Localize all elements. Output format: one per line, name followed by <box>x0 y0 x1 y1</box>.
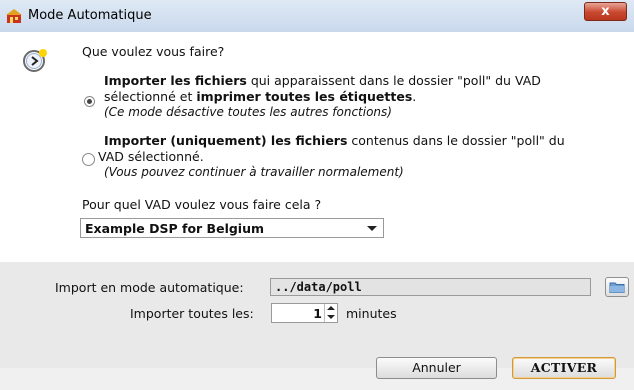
browse-folder-button[interactable] <box>605 277 629 297</box>
app-icon <box>6 9 22 23</box>
vad-question: Pour quel VAD voulez vous faire cela ? <box>82 197 322 212</box>
stepper-buttons <box>324 304 337 322</box>
path-label: Import en mode automatique: <box>55 280 244 295</box>
path-field[interactable]: ../data/poll <box>270 278 591 296</box>
stepper-down-icon[interactable] <box>325 313 337 322</box>
interval-unit: minutes <box>346 306 397 321</box>
stepper-up-icon[interactable] <box>325 304 337 313</box>
option2-line1: Importer (uniquement) les fichiers conte… <box>104 133 565 148</box>
chevron-down-icon <box>367 226 377 231</box>
interval-label: Importer toutes les: <box>130 306 254 321</box>
title-bar: Mode Automatique x <box>0 0 634 33</box>
question-text: Que voulez vous faire? <box>82 44 225 59</box>
close-button[interactable]: x <box>584 2 627 21</box>
radio-import-only[interactable] <box>82 153 95 166</box>
cancel-button[interactable]: Annuler <box>376 357 497 379</box>
option1-note: (Ce mode désactive toutes les autres fon… <box>104 105 392 119</box>
clock-icon <box>23 49 47 72</box>
interval-stepper[interactable]: 1 <box>271 303 338 323</box>
vad-select-value: Example DSP for Belgium <box>85 221 265 236</box>
window-title: Mode Automatique <box>28 8 152 23</box>
close-icon: x <box>601 4 610 19</box>
option2-line2: VAD sélectionné. <box>98 149 204 164</box>
vad-select[interactable]: Example DSP for Belgium <box>80 218 384 238</box>
interval-value: 1 <box>313 306 322 321</box>
folder-icon <box>609 282 625 293</box>
option1-line1: Importer les fichiers qui apparaissent d… <box>104 73 541 88</box>
option2-note: (Vous pouvez continuer à travailler norm… <box>104 165 404 179</box>
option1-line2: sélectionné et imprimer toutes les étiqu… <box>104 89 417 104</box>
activate-button[interactable]: ACTIVER <box>512 357 616 379</box>
radio-import-print[interactable] <box>84 96 95 107</box>
